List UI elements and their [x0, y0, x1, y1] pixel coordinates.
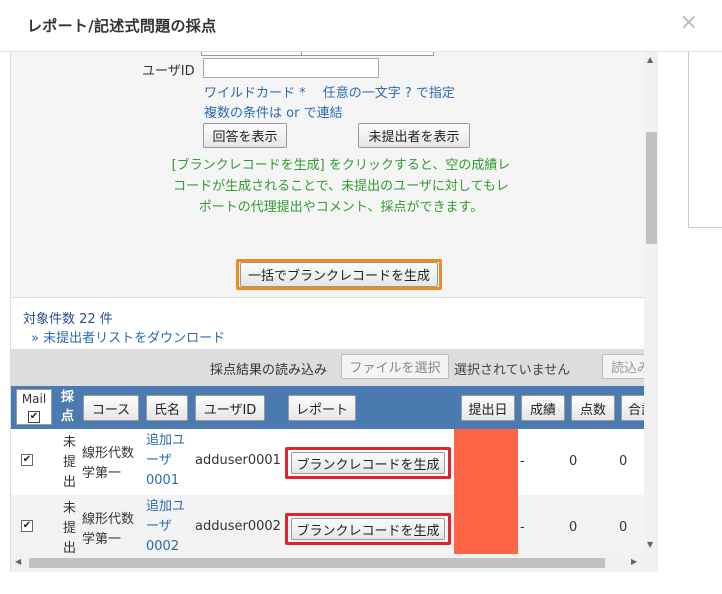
- user-id-input[interactable]: [203, 58, 379, 78]
- bulk-blank-record-button[interactable]: 一括でブランクレコードを生成: [240, 262, 438, 287]
- vertical-scroll-thumb[interactable]: [646, 132, 657, 244]
- row-points: 0: [569, 520, 578, 535]
- scroll-left-icon[interactable]: ◀: [15, 557, 21, 566]
- dialog-title: レポート/記述式問題の採点: [27, 17, 217, 35]
- cut-off-select[interactable]: [201, 52, 434, 56]
- row-total: 0: [619, 520, 628, 535]
- redacted-submitted-date: [454, 429, 518, 495]
- row-course: 線形代数学第一: [82, 512, 135, 547]
- scroll-down-icon[interactable]: ▼: [647, 540, 653, 549]
- close-icon[interactable]: ×: [680, 12, 698, 34]
- show-answers-button[interactable]: 回答を表示: [203, 123, 287, 148]
- sort-name-button[interactable]: 氏名: [146, 395, 188, 421]
- sort-user-id-button[interactable]: ユーザID: [195, 395, 265, 421]
- row-status: 未提出: [63, 435, 77, 490]
- row-score-record: -: [520, 520, 525, 535]
- horizontal-scroll-thumb[interactable]: [29, 558, 605, 568]
- scroll-right-icon[interactable]: ▶: [631, 557, 637, 566]
- horizontal-scrollbar[interactable]: ◀ ▶: [11, 554, 644, 572]
- background-panel: [660, 52, 722, 572]
- download-unsubmitted-link[interactable]: » 未提出者リストをダウンロード: [31, 327, 225, 346]
- vertical-scrollbar[interactable]: ▲ ▼: [644, 52, 658, 572]
- result-count: 対象件数 22 件: [23, 312, 113, 327]
- mail-select-all-checkbox[interactable]: ✔: [28, 411, 40, 423]
- choose-file-button[interactable]: ファイルを選択: [341, 354, 449, 379]
- upload-label: 採点結果の読み込み: [210, 363, 328, 378]
- table-header: Mail ✔ 採点 コース 氏名 ユーザID レポート 提出日 成績 点数 合計: [11, 386, 658, 429]
- sort-score-record-button[interactable]: 成績: [521, 395, 565, 421]
- sort-submitted-date-button[interactable]: 提出日: [461, 395, 515, 421]
- row-blank-record-button[interactable]: ブランクレコードを生成: [291, 452, 445, 474]
- panel-divider: [688, 227, 722, 228]
- scroll-up-icon[interactable]: ▲: [647, 55, 653, 64]
- row-user-id: adduser0001: [195, 453, 281, 468]
- table-row: ✔ 未提出 線形代数学第一 追加ユーザ0001 adduser0001 ブランク…: [11, 429, 644, 495]
- row-name-link[interactable]: 追加ユーザ0002: [146, 497, 188, 557]
- row-status: 未提出: [63, 501, 77, 556]
- row-name-link[interactable]: 追加ユーザ0001: [146, 431, 188, 491]
- grade-header-label: 採点: [61, 390, 75, 424]
- wildcard-hint: ワイルドカード * 任意の一文字 ? で指定: [204, 86, 455, 101]
- dialog-header: レポート/記述式問題の採点 ×: [0, 0, 722, 52]
- table-row: ✔ 未提出 線形代数学第一 追加ユーザ0002 adduser0002 ブランク…: [11, 495, 644, 561]
- sort-points-button[interactable]: 点数: [571, 395, 615, 421]
- blank-record-description: [ブランクレコードを生成] をクリックすると、空の成績レコードが生成されることで…: [171, 158, 511, 215]
- user-id-label: ユーザID: [142, 64, 195, 79]
- show-unsubmitted-button[interactable]: 未提出者を表示: [358, 123, 470, 148]
- row-blank-highlight: ブランクレコードを生成: [285, 513, 451, 545]
- sort-report-button[interactable]: レポート: [288, 395, 356, 421]
- row-score-record: -: [520, 454, 525, 469]
- result-count-area: 対象件数 22 件 » 未提出者リストをダウンロード: [11, 299, 644, 349]
- mail-header: Mail ✔: [16, 389, 52, 425]
- redacted-submitted-date: [454, 495, 518, 561]
- row-blank-record-button[interactable]: ブランクレコードを生成: [291, 518, 445, 540]
- row-mail-checkbox[interactable]: ✔: [21, 520, 33, 532]
- row-points: 0: [569, 454, 578, 469]
- grade-header: 採点: [61, 388, 75, 426]
- cut-off-divider: [301, 52, 302, 56]
- panel-divider: [688, 52, 689, 227]
- sort-course-button[interactable]: コース: [83, 395, 139, 421]
- filter-panel: ユーザID ワイルドカード * 任意の一文字 ? で指定 複数の条件は or で…: [11, 52, 644, 298]
- upload-bar: 採点結果の読み込み ファイルを選択 選択されていません 読込み: [11, 349, 658, 386]
- dialog-body: ユーザID ワイルドカード * 任意の一文字 ? で指定 複数の条件は or で…: [10, 52, 658, 572]
- row-user-id: adduser0002: [195, 519, 281, 534]
- multi-condition-hint: 複数の条件は or で連結: [204, 106, 343, 121]
- row-total: 0: [619, 454, 628, 469]
- row-mail-checkbox[interactable]: ✔: [21, 454, 33, 466]
- row-course: 線形代数学第一: [82, 446, 135, 481]
- mail-header-label: Mail: [21, 392, 47, 406]
- no-file-selected: 選択されていません: [454, 363, 571, 378]
- row-blank-highlight: ブランクレコードを生成: [285, 447, 451, 479]
